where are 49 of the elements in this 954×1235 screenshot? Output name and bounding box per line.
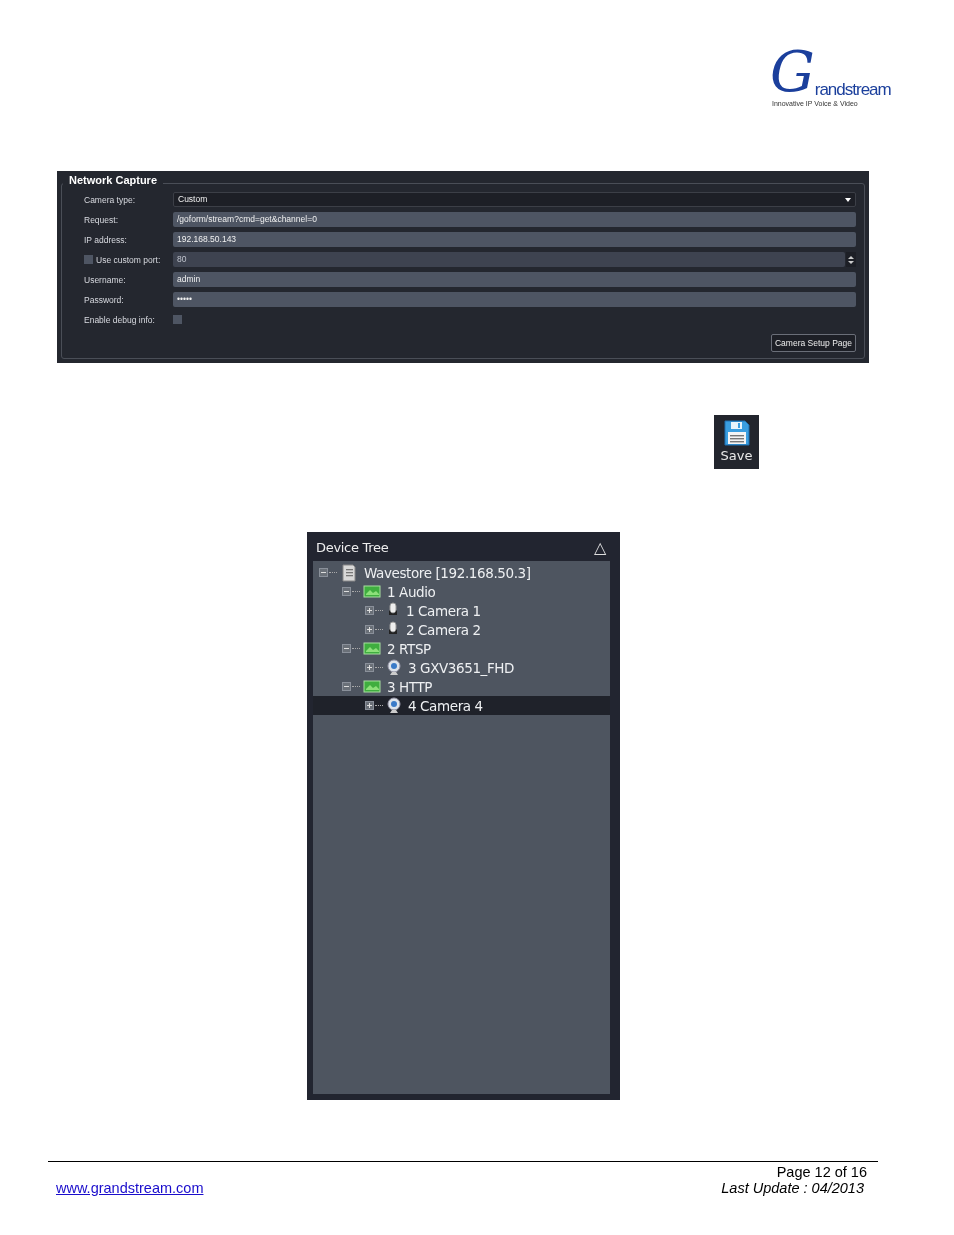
- tree-row[interactable]: 3 GXV3651_FHD: [313, 658, 610, 677]
- tree-row[interactable]: 2 RTSP: [313, 639, 610, 658]
- tree-row[interactable]: 3 HTTP: [313, 677, 610, 696]
- collapse-toggle[interactable]: △: [594, 539, 606, 556]
- input-field[interactable]: /goform/stream?cmd=get&channel=0: [173, 212, 856, 227]
- field-label: Username:: [84, 274, 126, 285]
- page-number: Page 12 of 16: [776, 1164, 868, 1180]
- field-label: IP address:: [84, 234, 127, 245]
- spinner-icon[interactable]: [846, 252, 856, 267]
- expander-icon[interactable]: [342, 682, 351, 691]
- selected-tree-row[interactable]: 4 Camera 4: [313, 696, 610, 715]
- expander-icon[interactable]: [365, 663, 374, 672]
- monitor-icon: [363, 641, 381, 656]
- server-icon: [340, 563, 358, 582]
- caret-icon: [845, 197, 851, 202]
- expander-icon[interactable]: [342, 587, 351, 596]
- tree-row[interactable]: Wavestore [192.168.50.3]: [313, 563, 610, 582]
- monitor-icon: [363, 584, 381, 599]
- field-label: Enable debug info:: [84, 314, 155, 325]
- webcam-icon: [386, 696, 402, 715]
- input-field[interactable]: admin: [173, 272, 856, 287]
- save-button[interactable]: Save: [714, 415, 759, 469]
- monitor-icon: [363, 679, 381, 694]
- camera-type-dropdown[interactable]: Custom: [173, 192, 856, 207]
- expander-icon[interactable]: [365, 625, 374, 634]
- logo-name: randstream: [814, 80, 891, 100]
- panel-title: Network Capture: [63, 173, 164, 187]
- input-field[interactable]: •••••: [173, 292, 856, 307]
- expander-icon[interactable]: [342, 644, 351, 653]
- port-field[interactable]: 80: [173, 252, 845, 267]
- checkbox[interactable]: [173, 315, 182, 324]
- expander-icon[interactable]: [319, 568, 328, 577]
- field-label: Password:: [84, 294, 124, 305]
- input-field[interactable]: 192.168.50.143: [173, 232, 856, 247]
- tree-row[interactable]: 1 Camera 1: [313, 601, 610, 620]
- expander-icon[interactable]: [365, 701, 374, 710]
- tree-row[interactable]: 2 Camera 2: [313, 620, 610, 639]
- logo-initial: G: [770, 44, 815, 100]
- tree-row[interactable]: 1 Audio: [313, 582, 610, 601]
- panel-title: Device Tree: [316, 540, 389, 555]
- webcam-icon: [386, 658, 402, 677]
- website-link[interactable]: www.grandstream.com: [56, 1180, 204, 1196]
- camera-setup-button[interactable]: Camera Setup Page: [770, 334, 856, 352]
- field-label: Request:: [84, 214, 119, 225]
- field-label: Camera type:: [84, 194, 136, 205]
- checkbox[interactable]: [84, 255, 93, 264]
- expander-icon[interactable]: [365, 606, 374, 615]
- last-update: Last Update : 04/2013: [721, 1180, 864, 1196]
- field-label: Use custom port:: [96, 254, 161, 265]
